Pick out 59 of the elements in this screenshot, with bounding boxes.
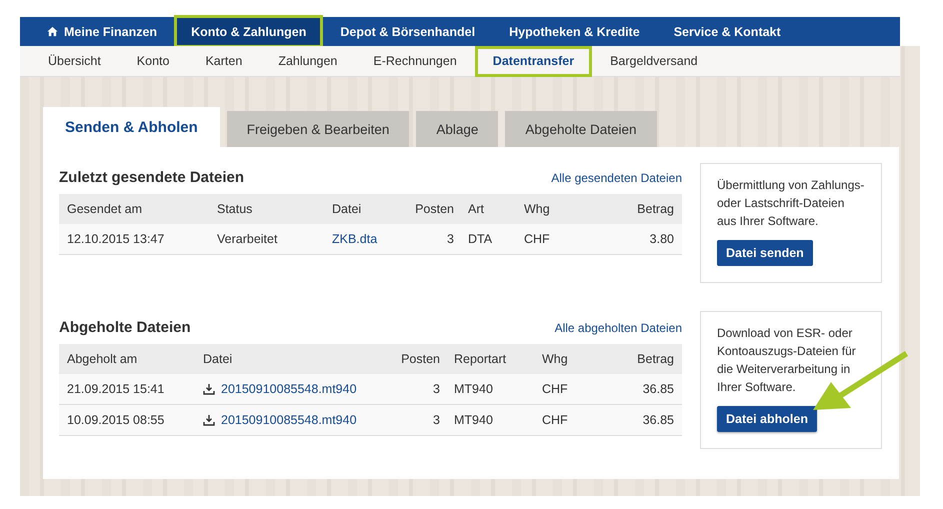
table-cell-text: 3 [432,413,441,427]
section-title: Abgeholte Dateien [59,319,191,336]
sub-nav-item[interactable]: Bargeldversand [592,46,716,76]
column-header: Art [468,202,485,216]
sub-nav-item[interactable]: Karten [187,46,260,76]
table-cell-text: 3 [432,382,441,396]
table-cell-text: 36.85 [642,382,674,396]
table-cell-text: MT940 [454,382,494,396]
column-header: Abgeholt am [67,352,138,366]
table-cell-text: 3 [446,232,455,246]
sub-nav-item[interactable]: Zahlungen [260,46,356,76]
column-header: Status [217,202,254,216]
table-cell-text: Verarbeitet [217,232,278,246]
tab[interactable]: Abgeholte Dateien [505,111,657,147]
main-nav-item[interactable]: Hypotheken & Kredite [492,15,657,48]
main-nav-item[interactable]: Service & Kontakt [656,15,798,48]
tab[interactable]: Senden & Abholen [43,107,220,147]
column-header: Posten [414,202,455,216]
table-cell-text: MT940 [454,413,494,427]
download-icon [203,383,215,395]
column-header: Posten [400,352,441,366]
table-cell-text: CHF [542,382,569,396]
table-cell-text: 3.80 [648,232,674,246]
column-header: Whg [542,352,569,366]
table-cell-text: 36.85 [642,413,674,427]
main-nav-item[interactable]: Depot & Börsenhandel [323,15,492,48]
primary-button[interactable]: Datei senden [717,240,813,266]
sub-nav-item[interactable]: E-Rechnungen [355,46,475,76]
table-cell-text: DTA [468,232,494,246]
sub-nav-item[interactable]: Datentransfer [474,46,592,76]
column-header: Datei [203,352,234,366]
column-header: Betrag [636,202,674,216]
column-header: Reportart [454,352,508,366]
home-icon [47,26,58,37]
all-files-link[interactable]: Alle abgeholten Dateien [554,320,682,334]
download-icon [203,414,215,426]
table-cell-text: 12.10.2015 13:47 [67,232,166,246]
tab[interactable]: Ablage [416,111,498,147]
column-header: Datei [332,202,362,216]
info-text: Übermittlung von Zahlungs- oder Lastschrift-Dateien aus Ihrer Software. [717,177,866,230]
column-header: Whg [524,202,551,216]
file-link[interactable]: ZKB.dta [332,232,378,246]
main-nav-item[interactable]: Konto & Zahlungen [174,15,324,48]
tab[interactable]: Freigeben & Bearbeiten [226,111,410,147]
table-cell-text: CHF [524,232,551,246]
column-header: Gesendet am [67,202,144,216]
sub-nav-item[interactable]: Konto [118,46,188,76]
all-files-link[interactable]: Alle gesendeten Dateien [551,170,682,184]
info-text: Download von ESR- oder Kontoauszugs-Dateien für die Weiterverarbeitung in Ihrer Software. [717,325,857,396]
table-cell-text: CHF [542,413,569,427]
file-link[interactable]: 20150910085548.mt940 [221,413,357,427]
main-nav-item[interactable]: Meine Finanzen [30,15,174,48]
table-cell-text: 21.09.2015 15:41 [67,382,166,396]
column-header: Betrag [636,352,674,366]
sub-nav-item[interactable]: Übersicht [30,46,119,76]
file-link[interactable]: 20150910085548.mt940 [221,382,357,396]
primary-button[interactable]: Datei abholen [717,406,817,432]
table-cell-text: 10.09.2015 08:55 [67,413,166,427]
section-title: Zuletzt gesendete Dateien [59,169,244,186]
